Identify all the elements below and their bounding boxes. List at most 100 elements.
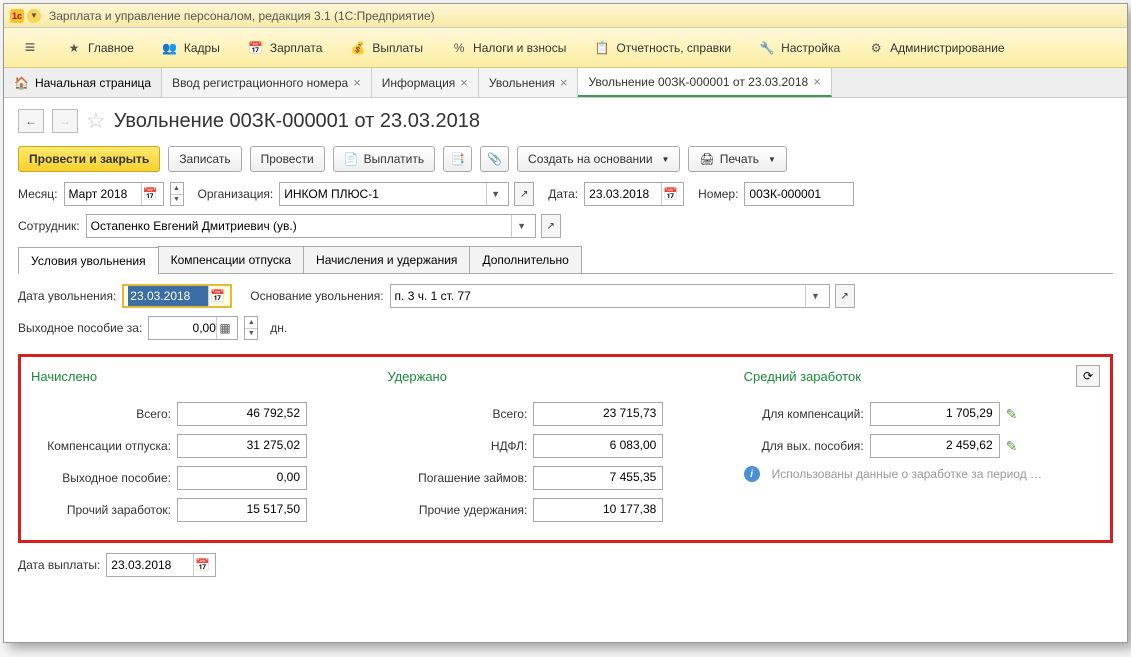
pay-icon: 📄: [344, 152, 359, 166]
report-icon: 📋: [594, 40, 610, 56]
withheld-ndfl-value: 6 083,00: [533, 434, 663, 458]
chevron-down-icon[interactable]: ▼: [486, 183, 504, 205]
process-close-button[interactable]: Провести и закрыть: [18, 146, 160, 172]
org-field[interactable]: ▼: [279, 182, 509, 206]
accrued-other-value: 15 517,50: [177, 498, 307, 522]
open-org-button[interactable]: ↗: [514, 182, 534, 206]
wrench-icon: 🔧: [759, 40, 775, 56]
app-icon: 1c: [10, 9, 24, 23]
menu-burger[interactable]: ≡: [8, 29, 52, 67]
accrued-comp-label: Компенсации отпуска:: [31, 439, 171, 453]
tab-dismissal-doc[interactable]: Увольнение 00ЗК-000001 от 23.03.2018×: [578, 68, 831, 97]
calendar-icon[interactable]: 📅: [141, 183, 159, 205]
avg-heading: Средний заработок: [744, 369, 1100, 384]
tab-info[interactable]: Информация×: [372, 68, 479, 97]
menu-otchet[interactable]: 📋Отчетность, справки: [580, 29, 745, 67]
dismiss-date-field[interactable]: 📅: [122, 284, 232, 308]
withheld-other-value: 10 177,38: [533, 498, 663, 522]
print-button[interactable]: 🖨Печать▼: [688, 146, 786, 172]
dismiss-date-label: Дата увольнения:: [18, 289, 116, 303]
number-label: Номер:: [698, 187, 738, 201]
tab-conditions[interactable]: Условия увольнения: [18, 247, 159, 274]
employee-field[interactable]: ▼: [86, 214, 536, 238]
payment-date-field[interactable]: 📅: [106, 553, 216, 577]
withheld-total-value: 23 715,73: [533, 402, 663, 426]
close-icon[interactable]: ×: [560, 75, 568, 90]
menu-zarplata[interactable]: 📅Зарплата: [234, 29, 337, 67]
menu-main[interactable]: ★Главное: [52, 29, 148, 67]
percent-icon: %: [451, 40, 467, 56]
close-icon[interactable]: ×: [353, 75, 361, 90]
form-button[interactable]: 📑: [443, 146, 472, 172]
title-bar: 1c ▼ Зарплата и управление персоналом, р…: [4, 4, 1127, 28]
gear-icon: ⚙: [868, 40, 884, 56]
month-field[interactable]: 📅: [64, 182, 164, 206]
write-button[interactable]: Записать: [168, 146, 241, 172]
open-basis-button[interactable]: ↗: [835, 284, 855, 308]
date-field[interactable]: 📅: [584, 182, 684, 206]
nav-forward[interactable]: →: [52, 109, 78, 133]
open-employee-button[interactable]: ↗: [541, 214, 561, 238]
calc-icon[interactable]: ▦: [216, 317, 233, 339]
info-icon: i: [744, 466, 760, 482]
severance-field[interactable]: ▦: [148, 316, 238, 340]
withheld-other-label: Прочие удержания:: [387, 503, 527, 517]
tab-extra[interactable]: Дополнительно: [469, 246, 581, 273]
tab-accruals[interactable]: Начисления и удержания: [303, 246, 470, 273]
app-menu-icon[interactable]: ▼: [27, 9, 41, 23]
chevron-down-icon[interactable]: ▼: [511, 215, 530, 237]
employee-label: Сотрудник:: [18, 219, 80, 233]
summary-block: ⟳ Начислено Всего:46 792,52 Компенсации …: [18, 354, 1113, 543]
page-title: Увольнение 00ЗК-000001 от 23.03.2018: [114, 110, 480, 133]
menu-admin[interactable]: ⚙Администрирование: [854, 29, 1018, 67]
close-icon[interactable]: ×: [460, 75, 468, 90]
burger-icon: ≡: [22, 40, 38, 56]
withheld-heading: Удержано: [387, 369, 743, 384]
withheld-loan-label: Погашение займов:: [387, 471, 527, 485]
accrued-total-label: Всего:: [31, 407, 171, 421]
refresh-button[interactable]: ⟳: [1076, 365, 1100, 387]
nav-back[interactable]: ←: [18, 109, 44, 133]
chevron-down-icon: ▼: [768, 155, 776, 164]
accrued-comp-value: 31 275,02: [177, 434, 307, 458]
number-field[interactable]: [744, 182, 854, 206]
accrued-other-label: Прочий заработок:: [31, 503, 171, 517]
avg-sev-value: 2 459,62: [870, 434, 1000, 458]
month-spinner[interactable]: ▲▼: [170, 182, 184, 206]
avg-info-text: Использованы данные о заработке за перио…: [772, 467, 1042, 481]
home-icon: 🏠: [14, 76, 29, 90]
close-icon[interactable]: ×: [813, 74, 821, 89]
menu-vyplaty[interactable]: 💰Выплаты: [336, 29, 437, 67]
menu-nalogi[interactable]: %Налоги и взносы: [437, 29, 580, 67]
tab-home[interactable]: 🏠Начальная страница: [4, 68, 162, 97]
process-button[interactable]: Провести: [250, 146, 325, 172]
menu-kadry[interactable]: 👥Кадры: [148, 29, 234, 67]
calendar-icon[interactable]: 📅: [193, 554, 211, 576]
document-tabs: 🏠Начальная страница Ввод регистрационног…: [4, 68, 1127, 98]
menu-nastroika[interactable]: 🔧Настройка: [745, 29, 854, 67]
tab-vacation-comp[interactable]: Компенсации отпуска: [158, 246, 304, 273]
severance-label: Выходное пособие за:: [18, 321, 142, 335]
chevron-down-icon[interactable]: ▼: [805, 285, 824, 307]
payment-date-label: Дата выплаты:: [18, 558, 100, 572]
calc-icon: 📅: [248, 40, 264, 56]
basis-field[interactable]: ▼: [390, 284, 830, 308]
tab-dismissals[interactable]: Увольнения×: [479, 68, 579, 97]
severance-spinner[interactable]: ▲▼: [244, 316, 258, 340]
calendar-icon[interactable]: 📅: [661, 183, 679, 205]
pencil-icon[interactable]: ✎: [1006, 438, 1018, 455]
tab-regnum[interactable]: Ввод регистрационного номера×: [162, 68, 372, 97]
favorite-icon[interactable]: ☆: [86, 108, 106, 134]
star-icon: ★: [66, 40, 82, 56]
pay-button[interactable]: 📄Выплатить: [333, 146, 435, 172]
avg-sev-label: Для вых. пособия:: [744, 439, 864, 453]
pencil-icon[interactable]: ✎: [1006, 406, 1018, 423]
accrued-sev-label: Выходное пособие:: [31, 471, 171, 485]
toolbar: Провести и закрыть Записать Провести 📄Вы…: [18, 146, 1113, 172]
attach-button[interactable]: 📎: [480, 146, 509, 172]
accrued-total-value: 46 792,52: [177, 402, 307, 426]
org-label: Организация:: [198, 187, 274, 201]
withheld-total-label: Всего:: [387, 407, 527, 421]
create-based-button[interactable]: Создать на основании▼: [517, 146, 680, 172]
calendar-icon[interactable]: 📅: [208, 285, 226, 307]
